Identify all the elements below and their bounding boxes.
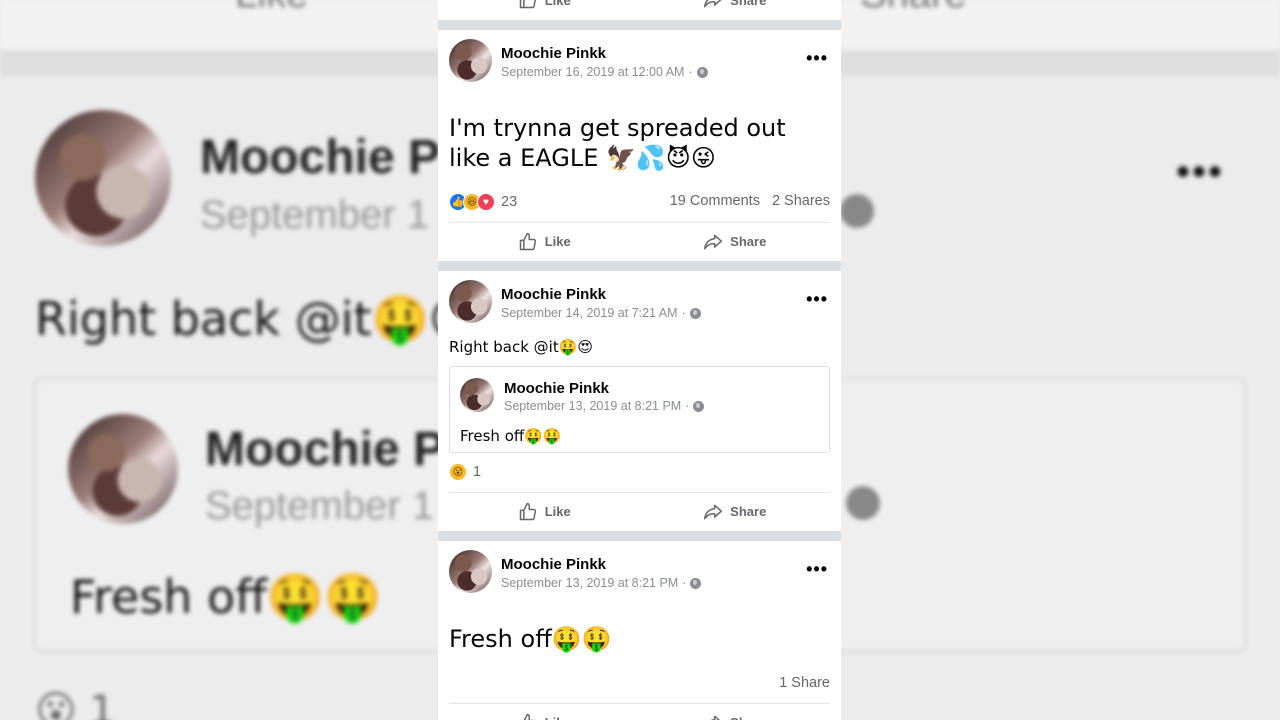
post-text: I'm trynna get spreaded out like a EAGLE… (449, 114, 786, 172)
engagement-counts: 19 Comments 2 Shares (670, 193, 830, 209)
like-label: Like (544, 0, 571, 8)
reactions[interactable]: 😮 1 (449, 463, 481, 481)
action-bar: Like Share (449, 703, 830, 720)
globe-icon (696, 66, 708, 78)
love-reaction-icon: ♥ (477, 193, 495, 211)
thumbs-up-icon (519, 232, 536, 250)
bg-more-icon: ••• (1176, 150, 1225, 194)
post-meta: September 14, 2019 at 7:21 AM · (501, 306, 701, 320)
avatar[interactable] (449, 280, 492, 323)
avatar[interactable] (449, 550, 492, 593)
globe-icon (693, 400, 705, 412)
action-bar: Like Share (449, 492, 830, 530)
more-icon[interactable]: ••• (806, 290, 828, 308)
share-arrow-icon (709, 715, 721, 720)
reaction-count: 1 (473, 464, 482, 480)
post-stats: 1 Share (449, 674, 830, 696)
thumbs-up-icon (519, 0, 536, 9)
like-label: Like (545, 715, 571, 720)
share-button[interactable]: Share (640, 223, 831, 260)
share-button[interactable]: Share (640, 704, 831, 720)
avatar[interactable] (460, 378, 494, 412)
bg-reaction: 😮 1 (35, 688, 115, 720)
post-date[interactable]: September 16, 2019 at 12:00 AM (501, 65, 684, 79)
shared-post-date[interactable]: September 13, 2019 at 8:21 PM (504, 399, 681, 413)
like-label: Like (544, 234, 571, 249)
post-header: Moochie Pinkk September 13, 2019 at 8:21… (449, 550, 830, 594)
share-label: Share (730, 504, 767, 519)
share-label: Share (730, 234, 767, 249)
engagement-counts: 1 Share (779, 675, 830, 691)
meta-separator: · (685, 399, 690, 413)
wow-reaction-icon: 😮 (449, 463, 467, 481)
more-icon[interactable]: ••• (806, 560, 828, 578)
shared-post-meta: September 13, 2019 at 8:21 PM · (504, 399, 705, 413)
bg-post-text: Right back @it🤑😍 (35, 292, 477, 346)
bg-shared-avatar (68, 414, 178, 524)
bg-globe-icon (840, 194, 874, 228)
bg-shared-date: September 1 (205, 484, 435, 528)
bg-shared-author-name: Moochie P (205, 423, 446, 476)
bg-author-name: Moochie P (200, 131, 441, 184)
post-header: Moochie Pinkk September 14, 2019 at 7:21… (449, 280, 830, 324)
comments-count[interactable]: 19 Comments (670, 193, 760, 209)
share-arrow-icon (704, 234, 723, 249)
post-card: Moochie Pinkk September 13, 2019 at 8:21… (438, 541, 841, 720)
post-date[interactable]: September 14, 2019 at 7:21 AM (501, 306, 678, 320)
post-meta: September 16, 2019 at 12:00 AM · (501, 65, 708, 79)
post-text: Fresh off🤑🤑 (449, 625, 612, 653)
action-bar: Like Share (449, 0, 830, 20)
shares-count[interactable]: 1 Share (779, 675, 830, 691)
shares-count[interactable]: 2 Shares (772, 193, 830, 209)
like-label: Like (544, 504, 571, 519)
shared-post-text: Fresh off🤑🤑 (460, 427, 562, 445)
news-feed: Like Share Moochie Pinkk September 16, 2… (438, 0, 841, 720)
meta-separator: · (682, 576, 687, 590)
meta-separator: · (681, 306, 686, 320)
bg-share-label: Share (860, 0, 967, 17)
avatar[interactable] (449, 39, 492, 82)
post-text: Right back @it🤑😍 (449, 338, 594, 356)
bg-globe-icon (846, 486, 880, 520)
share-arrow-icon (704, 0, 722, 8)
thumbs-up-icon (519, 502, 536, 520)
post-card-previous: Like Share (438, 0, 841, 20)
shared-post-card[interactable]: Moochie Pinkk September 13, 2019 at 8:21… (449, 366, 830, 453)
post-date[interactable]: September 13, 2019 at 8:21 PM (501, 576, 678, 590)
reactions[interactable]: 👍 😆 ♥ 23 (449, 193, 517, 211)
author-name[interactable]: Moochie Pinkk (501, 556, 606, 573)
reaction-count: 23 (501, 194, 518, 210)
author-name[interactable]: Moochie Pinkk (501, 286, 606, 303)
post-stats: 👍 😆 ♥ 23 19 Comments 2 Shares (449, 192, 830, 214)
share-label: Share (730, 715, 766, 720)
meta-separator: · (688, 65, 693, 79)
post-card: Moochie Pinkk September 16, 2019 at 12:0… (438, 30, 841, 261)
post-header: Moochie Pinkk September 16, 2019 at 12:0… (449, 39, 830, 83)
bg-like-label: Like (235, 0, 308, 17)
bg-avatar (35, 110, 171, 246)
share-label: Share (730, 0, 767, 8)
globe-icon (690, 577, 702, 589)
share-button[interactable]: Share (640, 0, 831, 20)
like-button[interactable]: Like (449, 0, 640, 20)
shared-author-name[interactable]: Moochie Pinkk (504, 380, 609, 397)
share-button[interactable]: Share (640, 493, 831, 530)
globe-icon (689, 307, 701, 319)
action-bar: Like Share (449, 222, 830, 260)
post-stats: 😮 1 (449, 462, 830, 484)
post-meta: September 13, 2019 at 8:21 PM · (501, 576, 702, 590)
like-button[interactable]: Like (449, 493, 640, 530)
author-name[interactable]: Moochie Pinkk (501, 45, 606, 62)
bg-post-date: September 1 (200, 193, 430, 237)
more-icon[interactable]: ••• (806, 49, 828, 67)
thumbs-up-icon (523, 713, 536, 720)
like-button[interactable]: Like (449, 704, 640, 720)
bg-shared-text: Fresh off🤑🤑 (70, 570, 382, 624)
like-button[interactable]: Like (449, 223, 640, 260)
share-arrow-icon (704, 504, 723, 519)
post-card: Moochie Pinkk September 14, 2019 at 7:21… (438, 271, 841, 531)
